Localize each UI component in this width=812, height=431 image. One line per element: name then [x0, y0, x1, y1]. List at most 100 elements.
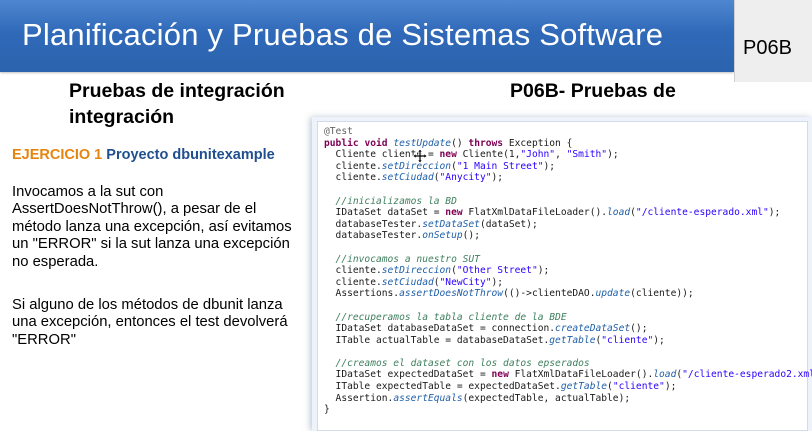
- code-token: IDataSet expectedDataSet =: [324, 369, 492, 381]
- code-token: IDataSet dataSet =: [324, 207, 446, 219]
- code-line: IDataSet expectedDataSet = new FlatXmlDa…: [324, 369, 812, 381]
- code-token: ();: [462, 230, 480, 242]
- code-token: }: [324, 404, 330, 416]
- move-cursor-icon: [412, 148, 428, 164]
- code-token: FlatXmlDataFileLoader().: [462, 207, 608, 219]
- code-token: new: [491, 369, 509, 381]
- code-line: cliente.setCiudad("NewCity");: [324, 277, 812, 289]
- code-token: assertEquals: [393, 392, 463, 404]
- code-line: cliente.setCiudad("Anycity");: [324, 172, 812, 184]
- exercise-title: EJERCICIO 1 Proyecto dbunitexample: [12, 147, 275, 163]
- code-line: cliente.setDireccion("Other Street");: [324, 265, 812, 277]
- code-token: //recuperamos la tabla cliente de la BDE: [324, 311, 567, 323]
- code-editor-pane: @Test public void testUpdate() throws Exc…: [317, 121, 812, 431]
- code-token: );: [491, 172, 504, 184]
- section-heading-right: P06B- Pruebas de: [510, 80, 676, 102]
- code-line: }: [324, 404, 812, 416]
- code-token: "cliente": [601, 334, 654, 346]
- code-line: Assertion.assertEquals(expectedTable, ac…: [324, 393, 812, 405]
- section-heading-line1: Pruebas de integración: [69, 80, 285, 102]
- code-token: cliente.: [324, 276, 382, 288]
- code-token: setCiudad: [381, 172, 434, 184]
- code-token: );: [664, 381, 677, 393]
- code-token: Assertions.: [324, 288, 400, 300]
- section-heading-line2: integración: [69, 106, 175, 128]
- code-line: //recuperamos la tabla cliente de la BDE: [324, 312, 812, 324]
- code-token: setCiudad: [381, 276, 434, 288]
- code-line: ITable expectedTable = expectedDataSet.g…: [324, 381, 812, 393]
- code-token: cliente.: [324, 160, 382, 172]
- code-token: //invocamos a nuestro SUT: [324, 253, 480, 265]
- code-token: onSetup: [422, 230, 463, 242]
- code-token: testUpdate: [393, 137, 452, 149]
- code-token: (()->clienteDAO.: [503, 288, 596, 300]
- code-token: FlatXmlDataFileLoader().: [508, 369, 654, 381]
- code-token: //creamos el dataset con los datos epser…: [324, 357, 590, 369]
- code-token: update: [595, 288, 631, 300]
- slide-code-box: P06B: [734, 0, 812, 82]
- code-line: cliente.setDireccion("1 Main Street");: [324, 161, 812, 173]
- code-token: createDataSet: [555, 323, 631, 335]
- code-token: throws: [468, 137, 504, 149]
- code-token: setDataSet: [422, 218, 480, 230]
- code-token: (cliente));: [630, 288, 694, 300]
- code-token: "Other Street": [456, 265, 538, 277]
- code-token: ,: [555, 149, 567, 161]
- code-token: databaseTester.: [324, 230, 423, 242]
- code-line: IDataSet databaseDataSet = connection.cr…: [324, 323, 812, 335]
- code-token: "/cliente-esperado.xml": [635, 207, 769, 219]
- code-token: IDataSet databaseDataSet = connection.: [324, 323, 556, 335]
- code-line: Assertions.assertDoesNotThrow(()->client…: [324, 288, 812, 300]
- code-token: getTable: [560, 381, 608, 393]
- code-token: );: [607, 149, 619, 161]
- title-banner: Planificación y Pruebas de Sistemas Soft…: [0, 0, 734, 72]
- explanation-paragraph-1: Invocamos a la sut con AssertDoesNotThro…: [12, 184, 292, 270]
- code-line: ITable actualTable = databaseDataSet.get…: [324, 335, 812, 347]
- code-line: databaseTester.setDataSet(dataSet);: [324, 219, 812, 231]
- code-line: Cliente cliente = new Cliente(1,"John", …: [324, 149, 812, 161]
- code-token: );: [491, 276, 504, 288]
- code-token: @Test: [324, 126, 353, 137]
- code-token: Cliente(1,: [456, 149, 521, 161]
- code-token: ();: [630, 323, 648, 335]
- code-token: void: [364, 137, 388, 149]
- code-token: "NewCity": [439, 276, 492, 288]
- slide-title: Planificación y Pruebas de Sistemas Soft…: [22, 17, 664, 52]
- code-token: "Smith": [566, 149, 608, 161]
- code-token: databaseTester.: [324, 218, 423, 230]
- code-token: load: [607, 207, 631, 219]
- code-token: assertDoesNotThrow: [399, 288, 504, 300]
- code-token: cliente.: [324, 172, 382, 184]
- code-token: );: [768, 207, 781, 219]
- code-token: public: [324, 137, 359, 149]
- code-block: @Test public void testUpdate() throws Exc…: [324, 126, 812, 416]
- code-token: load: [653, 369, 677, 381]
- code-editor-screenshot: @Test public void testUpdate() throws Exc…: [312, 117, 812, 431]
- code-token: (expectedTable, actualTable);: [462, 392, 631, 404]
- code-line: IDataSet dataSet = new FlatXmlDataFileLo…: [324, 207, 812, 219]
- code-line: public void testUpdate() throws Exceptio…: [324, 138, 812, 150]
- code-token: "Anycity": [439, 172, 492, 184]
- code-token: Assertion.: [324, 392, 394, 404]
- code-token: );: [543, 160, 556, 172]
- code-token: cliente.: [324, 265, 382, 277]
- code-line: //inicializamos la BD: [324, 196, 812, 208]
- code-token: "1 Main Street": [456, 160, 544, 172]
- code-token: "/cliente-esperado2.xml": [682, 369, 812, 381]
- code-token: setDireccion: [381, 265, 452, 277]
- code-token: new: [439, 149, 457, 161]
- code-token: ITable actualTable = databaseDataSet.: [324, 334, 550, 346]
- code-token: //inicializamos la BD: [324, 195, 457, 207]
- exercise-project: Proyecto dbunitexample: [106, 147, 275, 163]
- code-token: );: [653, 334, 665, 346]
- code-line: //creamos el dataset con los datos epser…: [324, 358, 812, 370]
- code-token: ITable expectedTable = expectedDataSet.: [324, 381, 561, 393]
- code-token: (dataSet);: [479, 218, 538, 230]
- code-line: @Test: [324, 126, 812, 138]
- code-token: getTable: [549, 334, 596, 346]
- code-token: Exception {: [503, 137, 573, 149]
- explanation-paragraph-2: Si alguno de los métodos de dbunit lanza…: [12, 297, 288, 348]
- code-line: //invocamos a nuestro SUT: [324, 254, 812, 266]
